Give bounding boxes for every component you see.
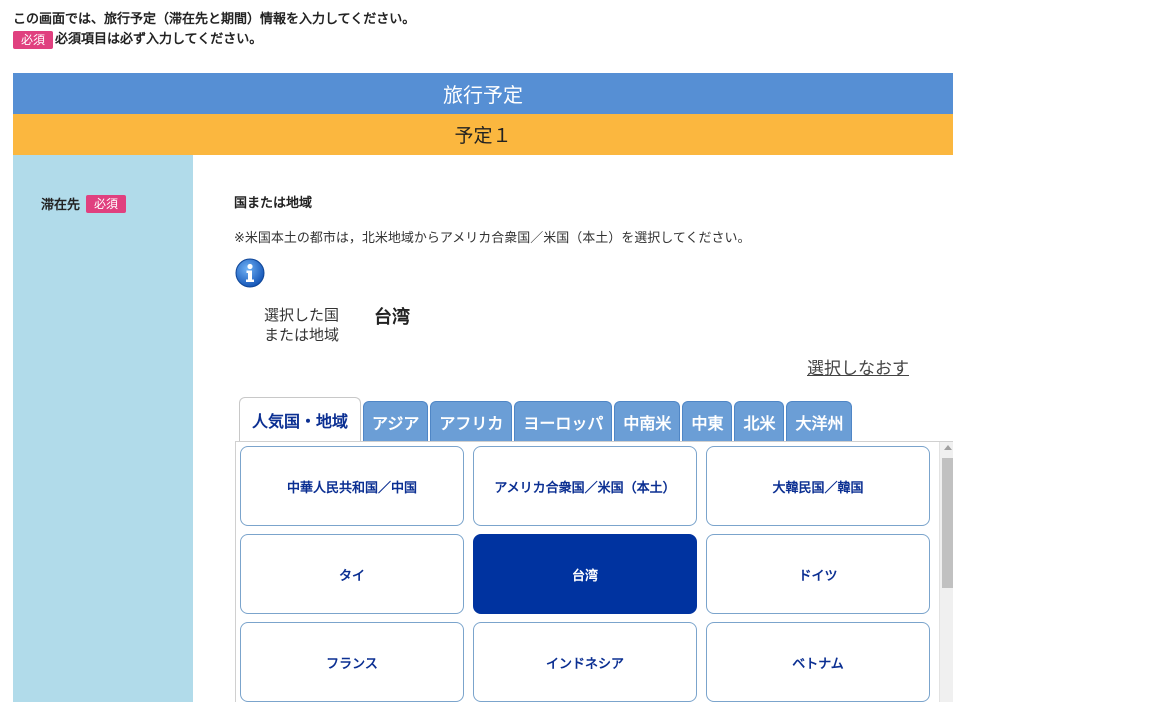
plan-title: 予定１ [13, 114, 953, 155]
tab-region-2[interactable]: アフリカ [430, 401, 513, 441]
intro-line-1: この画面では、旅行予定（滞在先と期間）情報を入力してください。 [13, 12, 416, 27]
selected-label-line-1: 選択した国 [264, 306, 340, 324]
tab-region-0[interactable]: 人気国・地域 [239, 397, 362, 441]
info-icon[interactable] [235, 258, 265, 288]
country-button[interactable]: ベトナム [706, 622, 930, 702]
travel-plan-panel: 旅行予定 予定１ 滞在先 必須 国または地域 ※米国本土の都市は，北米地域からア… [13, 73, 953, 702]
country-list: 中華人民共和国／中国 アメリカ合衆国／米国（本土） 大韓民国／韓国タイ 台湾 ドイツフラ… [235, 441, 953, 702]
country-field-title: 国または地域 [234, 196, 313, 211]
required-badge: 必須 [13, 31, 54, 49]
region-tabs: 人気国・地域 アジア アフリカ ヨーロッパ 中南米 中東 北米 大洋州 [239, 397, 854, 441]
row-content-cell: 国または地域 ※米国本土の都市は，北米地域からアメリカ合衆国／米国（本土）を選択… [193, 155, 953, 702]
tab-region-5[interactable]: 中東 [682, 401, 733, 441]
intro-text: この画面では、旅行予定（滞在先と期間）情報を入力してください。 必須 必須項目は… [13, 10, 415, 50]
us-mainland-note: ※米国本土の都市は，北米地域からアメリカ合衆国／米国（本土）を選択してください。 [234, 231, 751, 246]
scrollbar-thumb[interactable] [942, 458, 953, 588]
selected-country-label: 選択した国 または地域 [264, 305, 339, 345]
country-button[interactable]: フランス [240, 622, 464, 702]
stay-label: 滞在先 必須 [41, 194, 127, 213]
reselect-link[interactable]: 選択しなおす [807, 354, 909, 379]
row-label-cell: 滞在先 必須 [13, 155, 193, 702]
section-title: 旅行予定 [13, 73, 953, 114]
stay-label-text: 滞在先 [41, 198, 81, 213]
country-button[interactable]: 中華人民共和国／中国 [240, 446, 464, 526]
country-button[interactable]: ドイツ [706, 534, 930, 614]
scrollbar[interactable] [939, 442, 953, 702]
tab-region-3[interactable]: ヨーロッパ [514, 401, 613, 441]
country-button[interactable]: インドネシア [473, 622, 697, 702]
selected-country-value: 台湾 [374, 307, 410, 328]
country-button[interactable]: 台湾 [473, 534, 697, 614]
tab-region-4[interactable]: 中南米 [614, 401, 681, 441]
tab-region-6[interactable]: 北米 [734, 401, 785, 441]
stay-required-badge: 必須 [86, 194, 127, 213]
selected-label-line-2: または地域 [264, 326, 340, 344]
required-note: 必須項目は必ず入力してください。 [55, 32, 263, 47]
intro-line-2: 必須 必須項目は必ず入力してください。 [13, 30, 415, 50]
tab-region-1[interactable]: アジア [363, 401, 429, 441]
stay-row: 滞在先 必須 国または地域 ※米国本土の都市は，北米地域からアメリカ合衆国／米国… [13, 155, 953, 702]
country-button[interactable]: 大韓民国／韓国 [706, 446, 930, 526]
country-button[interactable]: タイ [240, 534, 464, 614]
scroll-up-arrow-icon[interactable] [944, 445, 952, 450]
tab-region-7[interactable]: 大洋州 [786, 401, 853, 441]
country-grid: 中華人民共和国／中国 アメリカ合衆国／米国（本土） 大韓民国／韓国タイ 台湾 ドイツフラ… [240, 446, 930, 702]
country-button[interactable]: アメリカ合衆国／米国（本土） [473, 446, 697, 526]
